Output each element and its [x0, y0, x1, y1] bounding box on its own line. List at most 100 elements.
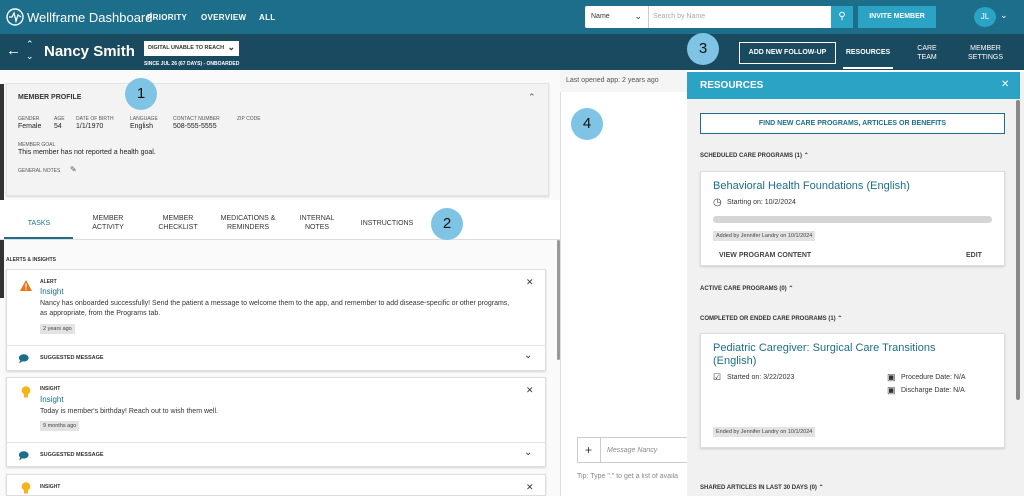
card-body: Nancy has onboarded successfully! Send t… [40, 300, 510, 317]
active-tab-indicator [843, 67, 893, 69]
close-icon[interactable]: ✕ [526, 482, 534, 493]
tab-medications-reminders[interactable]: MEDICATIONS & REMINDERS [216, 214, 280, 232]
active-header[interactable]: ACTIVE CARE PROGRAMS (0) ⌃ [700, 285, 793, 292]
search-type-select[interactable]: Name ⌄ [585, 6, 649, 28]
program-start: Starting on: 10/2/2024 [727, 199, 796, 206]
general-notes-label: GENERAL NOTES [18, 168, 61, 174]
tab-bar: TASKS MEMBER ACTIVITY MEMBER CHECKLIST M… [0, 200, 560, 240]
close-icon[interactable]: ✕ [1001, 79, 1009, 90]
chat-tip: Tip: Type "." to get a list of availa [577, 473, 679, 480]
card-age: 9 months ago [40, 421, 80, 431]
search-input[interactable]: Search by Name [653, 13, 705, 20]
close-icon[interactable]: ✕ [526, 385, 534, 396]
tab-instructions[interactable]: INSTRUCTIONS [352, 219, 422, 228]
profile-field-label: AGE [54, 116, 65, 122]
completed-header[interactable]: COMPLETED OR ENDED CARE PROGRAMS (1) ⌃ [700, 315, 842, 322]
tab-care-team[interactable]: CARE TEAM [907, 44, 947, 62]
member-profile-panel [6, 83, 549, 196]
profile-field-value: Female [18, 123, 42, 130]
shared-articles-header[interactable]: SHARED ARTICLES IN LAST 30 DAYS (0) ⌃ [700, 484, 824, 491]
calendar-check-icon: ☑ [713, 372, 722, 382]
callout-2: 2 [431, 208, 463, 240]
callout-3: 3 [687, 33, 719, 65]
calendar-icon: ▣ [887, 385, 896, 395]
status-label: DIGITAL UNABLE TO REACH [148, 45, 225, 51]
app-title: Wellframe Dashboard [27, 10, 153, 25]
close-icon[interactable]: ✕ [526, 277, 534, 288]
suggested-message-label[interactable]: SUGGESTED MESSAGE [40, 452, 104, 458]
discharge-date: Discharge Date: N/A [901, 387, 965, 394]
tab-member-activity[interactable]: MEMBER ACTIVITY [80, 214, 136, 232]
onboarded-since: SINCE JUL 26 (67 DAYS) - ONBOARDED [144, 61, 240, 67]
tab-internal-notes[interactable]: INTERNAL NOTES [292, 214, 342, 232]
profile-field-value: 1/1/1970 [76, 123, 104, 130]
program-title[interactable]: Behavioral Health Foundations (English) [713, 180, 910, 192]
find-programs-button[interactable]: FIND NEW CARE PROGRAMS, ARTICLES OR BENE… [700, 113, 1005, 134]
insight-card [6, 474, 546, 496]
tab-member-checklist[interactable]: MEMBER CHECKLIST [150, 214, 206, 232]
left-edge-bar [0, 84, 4, 298]
chevron-up-icon: ⌃ [818, 485, 824, 491]
profile-field-label: GENDER [18, 116, 40, 122]
tab-tasks[interactable]: TASKS [6, 219, 72, 228]
chevron-down-icon[interactable]: ⌄ [1000, 10, 1008, 21]
progress-bar [713, 216, 992, 223]
active-tab-indicator [4, 237, 73, 239]
callout-4: 4 [571, 108, 603, 140]
card-body: Today is member's birthday! Reach out to… [40, 408, 218, 415]
calendar-icon: ▣ [887, 372, 896, 382]
card-age: 2 years ago [40, 324, 75, 334]
card-kind: ALERT [40, 279, 57, 285]
profile-field-value: 508-555-5555 [173, 123, 217, 130]
card-title: Insight [40, 287, 64, 296]
divider [6, 345, 546, 346]
message-input[interactable]: Message Nancy [607, 447, 657, 454]
chevron-down-icon[interactable]: ⌄ [524, 447, 532, 458]
chevron-down-icon: ⌄ [227, 42, 235, 52]
search-bar: Name ⌄ Search by Name ⚲ [585, 6, 853, 28]
chevron-up-icon: ⌃ [837, 316, 843, 322]
back-arrow-icon[interactable]: ← [6, 42, 21, 59]
view-program-content-button[interactable]: VIEW PROGRAM CONTENT [719, 252, 811, 259]
chevron-down-icon: ⌄ [634, 11, 642, 21]
nav-up-down-icon[interactable]: ⌃ ⌄ [26, 38, 34, 62]
nav-all[interactable]: ALL [259, 13, 275, 22]
alerts-title: ALERTS & INSIGHTS [6, 257, 57, 263]
profile-field-value: English [130, 123, 153, 130]
status-dropdown[interactable]: DIGITAL UNABLE TO REACH ⌄ [144, 41, 239, 56]
add-attachment-icon[interactable]: + [577, 437, 601, 463]
chevron-up-icon[interactable]: ⌃ [528, 92, 536, 103]
nav-overview[interactable]: OVERVIEW [201, 13, 246, 22]
invite-member-button[interactable]: INVITE MEMBER [858, 6, 936, 28]
edit-pencil-icon[interactable]: ✎ [70, 165, 77, 174]
card-kind: INSIGHT [40, 484, 61, 490]
program-title[interactable]: Pediatric Caregiver: Surgical Care Trans… [713, 342, 953, 368]
add-follow-up-button[interactable]: ADD NEW FOLLOW-UP [739, 42, 836, 64]
divider [6, 442, 546, 443]
ended-by-tag: Ended by Jennifer Landry on 10/1/2024 [713, 427, 816, 437]
clock-icon: ◷ [713, 197, 722, 208]
edit-button[interactable]: EDIT [966, 252, 982, 259]
card-kind: INSIGHT [40, 386, 61, 392]
tab-resources[interactable]: RESOURCES [842, 48, 894, 57]
goal-text: This member has not reported a health go… [18, 149, 156, 156]
search-icon[interactable]: ⚲ [831, 6, 853, 28]
nav-priority[interactable]: PRIORITY [147, 13, 187, 22]
scrollbar[interactable] [1016, 100, 1020, 400]
scheduled-header[interactable]: SCHEDULED CARE PROGRAMS (1) ⌃ [700, 152, 809, 159]
goal-label: MEMBER GOAL [18, 142, 56, 148]
program-started: Started on: 3/22/2023 [727, 374, 795, 381]
tab-member-settings[interactable]: MEMBER SETTINGS [958, 44, 1013, 62]
last-opened: Last opened app: 2 years ago [566, 77, 659, 84]
card-title: Insight [40, 395, 64, 404]
profile-title: MEMBER PROFILE [18, 94, 82, 101]
suggested-message-label[interactable]: SUGGESTED MESSAGE [40, 355, 104, 361]
avatar[interactable]: JL [974, 7, 996, 27]
added-by-tag: Added by Jennifer Landry on 10/1/2024 [713, 231, 816, 241]
chevron-down-icon[interactable]: ⌄ [524, 350, 532, 361]
profile-field-label: DATE OF BIRTH [76, 116, 114, 122]
lightbulb-icon [21, 482, 31, 494]
callout-1: 1 [125, 78, 157, 110]
profile-field-value: 54 [54, 123, 62, 130]
resources-title: RESOURCES [700, 80, 764, 91]
